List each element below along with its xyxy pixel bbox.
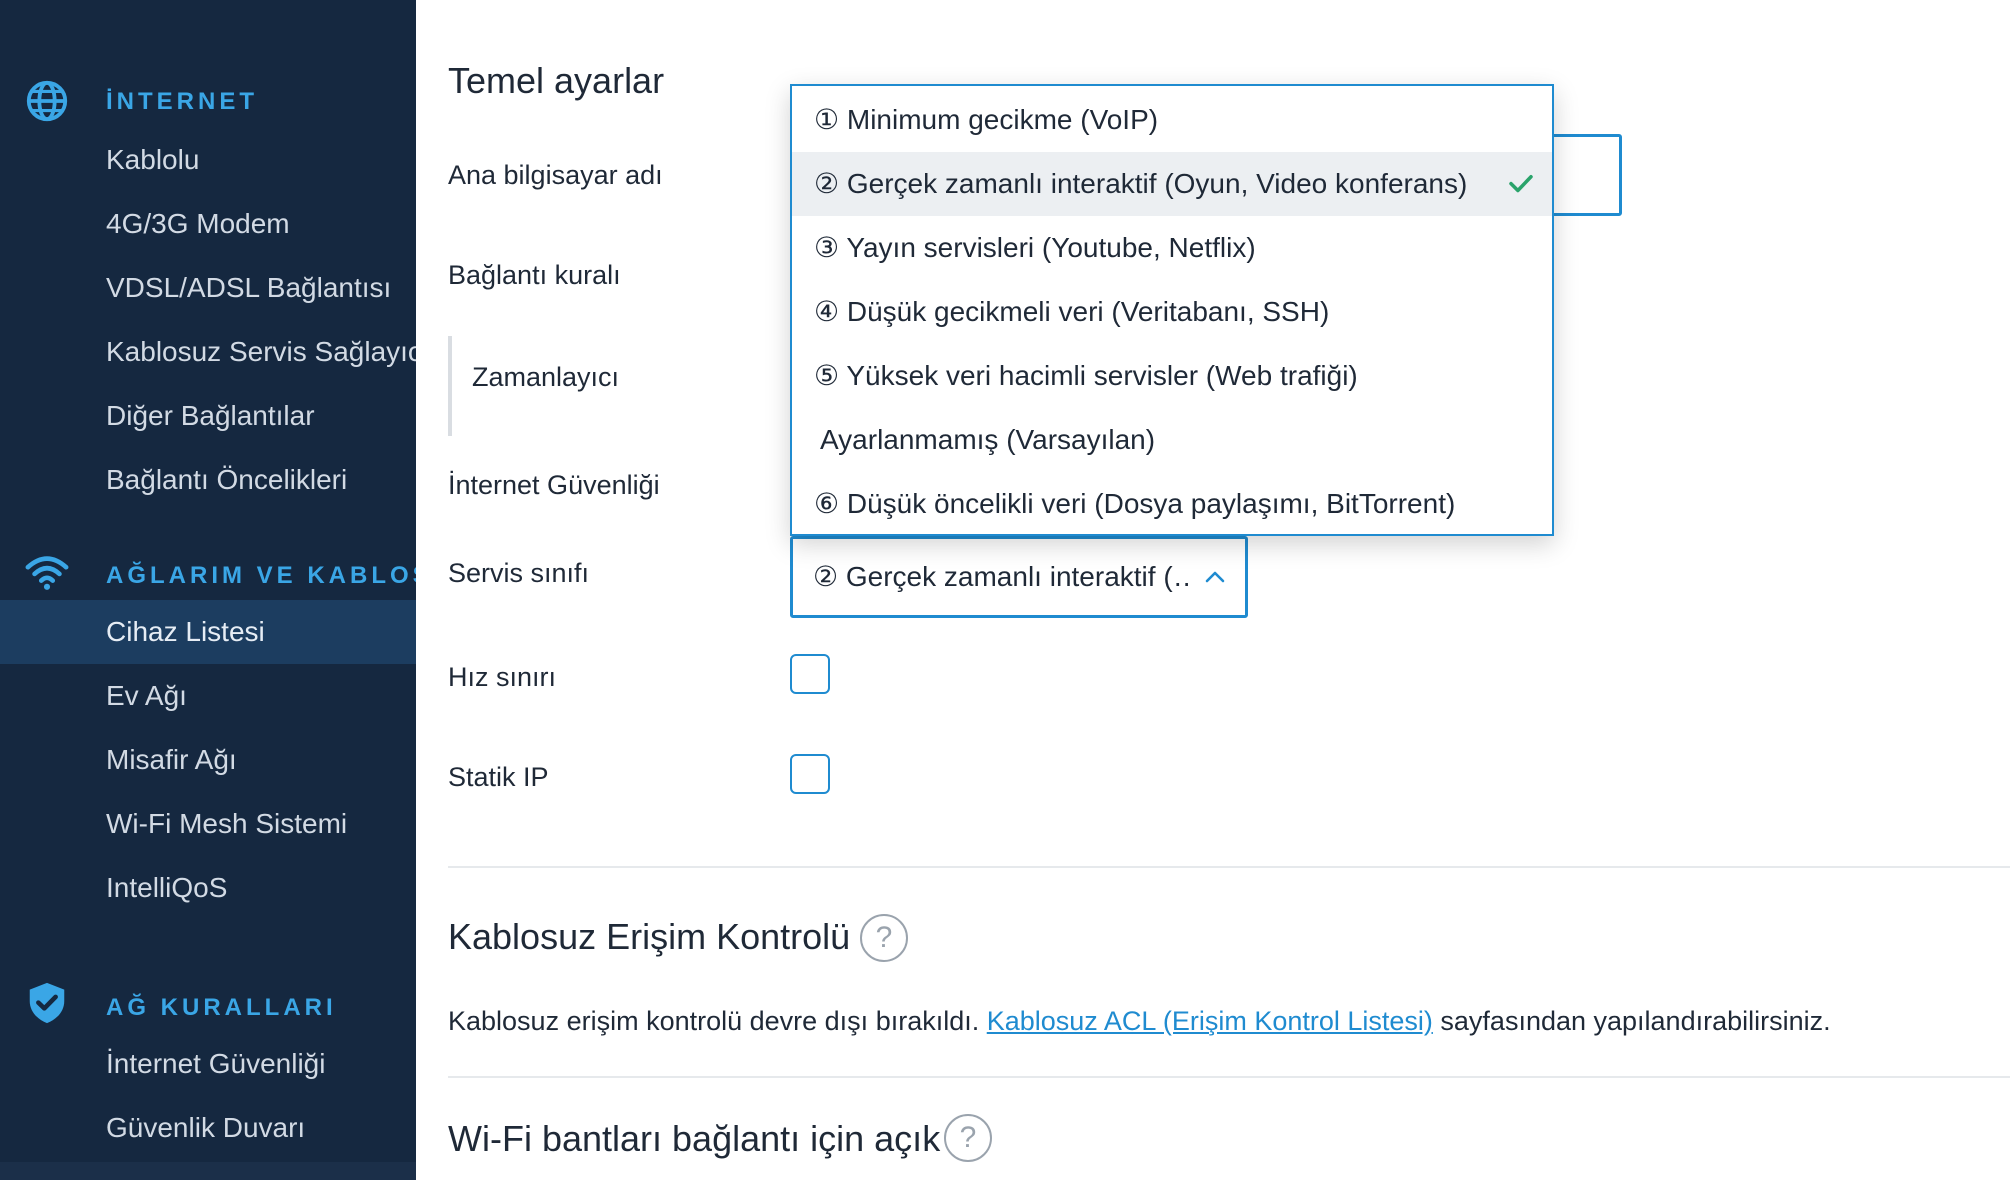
sidebar-heading-networks: AĞLARIM VE KABLOSUZ	[106, 562, 416, 589]
sidebar-heading-network-rules: AĞ KURALLARI	[106, 994, 337, 1021]
scheduler-label: Zamanlayıcı	[472, 362, 620, 392]
sidebar-item-4g-modem[interactable]: 4G/3G Modem	[0, 192, 416, 256]
option-label: ② Gerçek zamanlı interaktif (Oyun, Video…	[814, 168, 1468, 199]
sidebar-item-wifi-mesh[interactable]: Wi-Fi Mesh Sistemi	[0, 792, 416, 856]
option-label: ⑥ Düşük öncelikli veri (Dosya paylaşımı,…	[814, 488, 1456, 519]
wireless-access-text-before: Kablosuz erişim kontrolü devre dışı bıra…	[448, 1006, 987, 1036]
sidebar-item-device-list[interactable]: Cihaz Listesi	[0, 600, 416, 664]
service-class-select[interactable]: ② Gerçek zamanlı interaktif (…	[790, 536, 1248, 618]
globe-icon	[26, 80, 68, 122]
sidebar-heading-internet: İNTERNET	[106, 88, 258, 115]
basic-settings-title: Temel ayarlar	[448, 60, 665, 101]
sidebar-item-connection-priorities[interactable]: Bağlantı Öncelikleri	[0, 448, 416, 512]
sidebar-scroll-edge	[0, 1162, 416, 1180]
wireless-access-help-icon[interactable]: ?	[860, 914, 908, 962]
service-class-option[interactable]: ③ Yayın servisleri (Youtube, Netflix)	[792, 216, 1552, 280]
internet-security-label: İnternet Güvenliği	[448, 470, 660, 500]
section-divider-2	[448, 1076, 2010, 1078]
chevron-up-icon	[1205, 571, 1225, 583]
host-name-label: Ana bilgisayar adı	[448, 160, 663, 190]
sidebar-item-vdsl[interactable]: VDSL/ADSL Bağlantısı	[0, 256, 416, 320]
static-ip-label: Statik IP	[448, 762, 549, 792]
service-class-option[interactable]: Ayarlanmamış (Varsayılan)	[792, 408, 1552, 472]
wireless-acl-link[interactable]: Kablosuz ACL (Erişim Kontrol Listesi)	[987, 1006, 1433, 1036]
service-class-option[interactable]: ⑤ Yüksek veri hacimli servisler (Web tra…	[792, 344, 1552, 408]
option-label: Ayarlanmamış (Varsayılan)	[820, 424, 1156, 455]
option-label: ③ Yayın servisleri (Youtube, Netflix)	[814, 232, 1256, 263]
speed-limit-label: Hız sınırı	[448, 662, 557, 692]
connection-rule-label: Bağlantı kuralı	[448, 260, 621, 290]
service-class-option[interactable]: ① Minimum gecikme (VoIP)	[792, 88, 1552, 152]
wireless-access-text-after: sayfasından yapılandırabilirsiniz.	[1432, 1006, 1831, 1036]
service-class-option[interactable]: ⑥ Düşük öncelikli veri (Dosya paylaşımı,…	[792, 472, 1552, 536]
sidebar-item-home-network[interactable]: Ev Ağı	[0, 664, 416, 728]
service-class-label: Servis sınıfı	[448, 558, 590, 588]
wifi-bands-title: Wi-Fi bantları bağlantı için açık	[448, 1118, 941, 1159]
sidebar-item-wired[interactable]: Kablolu	[0, 128, 416, 192]
wireless-access-title: Kablosuz Erişim Kontrolü	[448, 916, 851, 957]
wifi-icon	[25, 556, 69, 590]
option-label: ⑤ Yüksek veri hacimli servisler (Web tra…	[814, 360, 1358, 391]
sidebar-item-internet-security[interactable]: İnternet Güvenliği	[0, 1032, 416, 1096]
static-ip-checkbox[interactable]	[790, 754, 830, 794]
speed-limit-checkbox[interactable]	[790, 654, 830, 694]
wifi-bands-help-icon[interactable]: ?	[944, 1114, 992, 1162]
wireless-access-description: Kablosuz erişim kontrolü devre dışı bıra…	[448, 1006, 1831, 1037]
service-class-option-selected[interactable]: ② Gerçek zamanlı interaktif (Oyun, Video…	[792, 152, 1552, 216]
sidebar-item-guest-network[interactable]: Misafir Ağı	[0, 728, 416, 792]
service-class-option[interactable]: ④ Düşük gecikmeli veri (Veritabanı, SSH)	[792, 280, 1552, 344]
sidebar: İNTERNET Kablolu 4G/3G Modem VDSL/ADSL B…	[0, 0, 416, 1180]
option-label: ④ Düşük gecikmeli veri (Veritabanı, SSH)	[814, 296, 1330, 327]
sidebar-item-intelliqos[interactable]: IntelliQoS	[0, 856, 416, 920]
scheduler-indent-bar	[448, 336, 452, 436]
section-divider	[448, 866, 2010, 868]
shield-check-icon	[29, 982, 65, 1024]
sidebar-item-wisp[interactable]: Kablosuz Servis Sağlayıcı	[0, 320, 416, 384]
service-class-dropdown: ① Minimum gecikme (VoIP) ② Gerçek zamanl…	[790, 84, 1554, 536]
main-content: Temel ayarlar Ana bilgisayar adı Bağlant…	[416, 0, 2010, 1180]
sidebar-item-firewall[interactable]: Güvenlik Duvarı	[0, 1096, 416, 1160]
sidebar-item-other-connections[interactable]: Diğer Bağlantılar	[0, 384, 416, 448]
option-label: ① Minimum gecikme (VoIP)	[814, 104, 1159, 135]
service-class-select-value: ② Gerçek zamanlı interaktif (…	[813, 561, 1193, 592]
check-icon	[1509, 175, 1533, 193]
